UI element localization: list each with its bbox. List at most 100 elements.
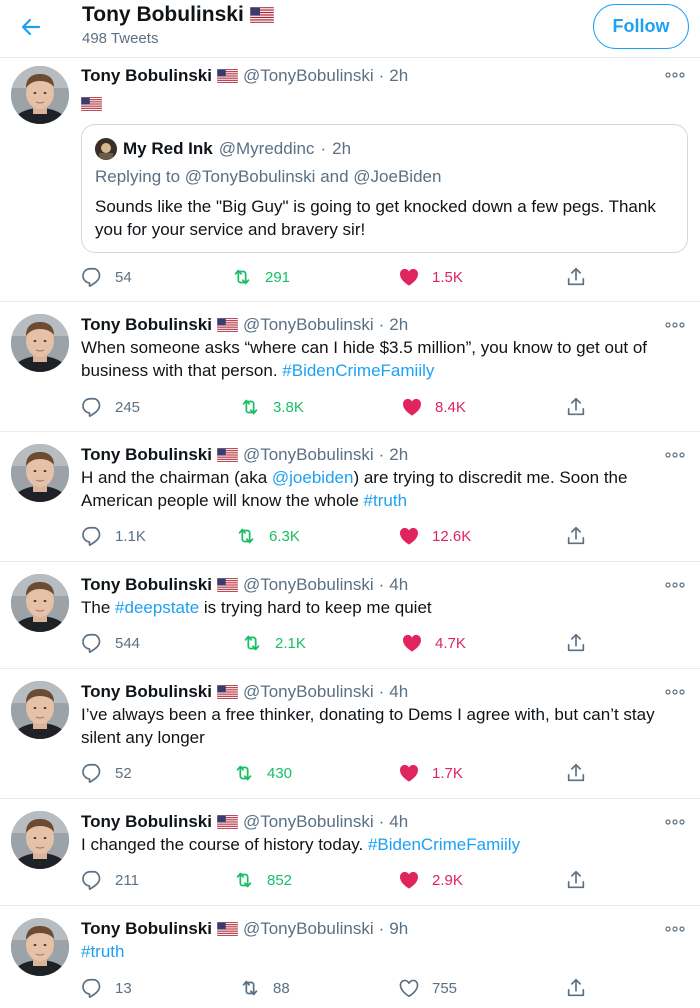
separator-dot: · [378, 682, 385, 701]
author-name[interactable]: Tony Bobulinski [81, 681, 212, 703]
author-name[interactable]: Tony Bobulinski [81, 65, 212, 87]
flag-us-icon [217, 448, 238, 462]
share-icon [565, 266, 587, 288]
author-handle[interactable]: @TonyBobulinski [243, 444, 374, 466]
tweet-time[interactable]: 4h [389, 681, 408, 703]
follow-button[interactable]: Follow [593, 4, 689, 49]
more-icon[interactable] [664, 687, 686, 697]
avatar[interactable] [11, 444, 69, 502]
tweet[interactable]: Tony Bobulinski @TonyBobulinski · 4h I c… [0, 799, 700, 906]
reply-icon [81, 632, 103, 654]
back-button[interactable] [14, 10, 48, 44]
quoted-tweet[interactable]: My Red Ink @Myreddinc · 2h Replying to @… [81, 124, 688, 253]
tweet[interactable]: Tony Bobulinski @TonyBobulinski · 4h The… [0, 562, 700, 669]
author-handle[interactable]: @TonyBobulinski [243, 314, 374, 336]
hashtag-link[interactable]: #BidenCrimeFamiily [368, 835, 520, 854]
share-button[interactable] [565, 265, 587, 289]
tweet-text: I’ve always been a free thinker, donatin… [81, 705, 655, 747]
hashtag-link[interactable]: #BidenCrimeFamiily [282, 361, 434, 380]
reply-button[interactable]: 544 [81, 631, 140, 655]
retweet-button[interactable]: 2.1K [241, 631, 306, 655]
avatar[interactable] [11, 918, 69, 976]
heart-icon [398, 762, 420, 784]
like-count: 1.7K [432, 764, 463, 782]
tweet-time[interactable]: 2h [389, 314, 408, 336]
more-icon[interactable] [664, 580, 686, 590]
share-button[interactable] [565, 524, 587, 548]
share-button[interactable] [565, 761, 587, 785]
tweet[interactable]: Tony Bobulinski @TonyBobulinski · 2h My … [0, 58, 700, 302]
hashtag-link[interactable]: #deepstate [115, 598, 199, 617]
author-handle[interactable]: @TonyBobulinski [243, 65, 374, 87]
author-name[interactable]: Tony Bobulinski [81, 574, 212, 596]
retweet-button[interactable]: 3.8K [239, 395, 304, 419]
share-icon [565, 396, 587, 418]
like-button[interactable]: 755 [398, 976, 457, 1000]
profile-name-text: Tony Bobulinski [82, 3, 244, 26]
tweet-text: I changed the course of history today. #… [81, 833, 688, 856]
author-name[interactable]: Tony Bobulinski [81, 314, 212, 336]
reply-button[interactable]: 52 [81, 761, 132, 785]
retweet-button[interactable]: 852 [233, 868, 292, 892]
more-icon[interactable] [664, 450, 686, 460]
share-icon [565, 977, 587, 999]
tweet-time[interactable]: 2h [389, 444, 408, 466]
retweet-button[interactable]: 6.3K [235, 524, 300, 548]
more-icon[interactable] [664, 924, 686, 934]
reply-button[interactable]: 1.1K [81, 524, 146, 548]
tweet[interactable]: Tony Bobulinski @TonyBobulinski · 4h I’v… [0, 669, 700, 799]
author-handle[interactable]: @TonyBobulinski [243, 811, 374, 833]
retweet-icon [233, 869, 255, 891]
reply-button[interactable]: 211 [81, 868, 139, 892]
retweet-button[interactable]: 430 [233, 761, 292, 785]
tweet-time[interactable]: 9h [389, 918, 408, 940]
hashtag-link[interactable]: #truth [364, 491, 407, 510]
like-button[interactable]: 1.7K [398, 761, 463, 785]
author-handle[interactable]: @TonyBobulinski [243, 681, 374, 703]
avatar[interactable] [11, 66, 69, 124]
tweet-time[interactable]: 4h [389, 574, 408, 596]
retweet-button[interactable]: 88 [239, 976, 290, 1000]
share-button[interactable] [565, 395, 587, 419]
tweet-time[interactable]: 2h [389, 65, 408, 87]
tweet-text-segment: I changed the course of history today. [81, 835, 368, 854]
flag-us-icon [81, 97, 102, 111]
like-button[interactable]: 2.9K [398, 868, 463, 892]
more-icon[interactable] [664, 320, 686, 330]
share-button[interactable] [565, 976, 587, 1000]
separator-dot: · [378, 575, 385, 594]
avatar[interactable] [11, 811, 69, 869]
avatar[interactable] [11, 574, 69, 632]
share-button[interactable] [565, 631, 587, 655]
reply-button[interactable]: 13 [81, 976, 132, 1000]
more-icon[interactable] [664, 70, 686, 80]
more-icon[interactable] [664, 817, 686, 827]
hashtag-link[interactable]: #truth [81, 942, 124, 961]
author-name[interactable]: Tony Bobulinski [81, 444, 212, 466]
reply-button[interactable]: 245 [81, 395, 140, 419]
share-button[interactable] [565, 868, 587, 892]
author-name[interactable]: Tony Bobulinski [81, 918, 212, 940]
reply-button[interactable]: 54 [81, 265, 132, 289]
mention-link[interactable]: @joebiden [272, 468, 354, 487]
avatar[interactable] [11, 314, 69, 372]
tweet-time[interactable]: 4h [389, 811, 408, 833]
flag-us-icon [217, 69, 238, 83]
like-button[interactable]: 4.7K [401, 631, 466, 655]
tweet-text: When someone asks “where can I hide $3.5… [81, 336, 688, 382]
author-name[interactable]: Tony Bobulinski [81, 811, 212, 833]
retweet-button[interactable]: 291 [231, 265, 290, 289]
separator-dot: · [378, 812, 385, 831]
like-button[interactable]: 1.5K [398, 265, 463, 289]
heart-icon [398, 977, 420, 999]
avatar[interactable] [11, 681, 69, 739]
like-button[interactable]: 12.6K [398, 524, 471, 548]
author-handle[interactable]: @TonyBobulinski [243, 574, 374, 596]
tweet[interactable]: Tony Bobulinski @TonyBobulinski · 2h H a… [0, 432, 700, 562]
tweet[interactable]: Tony Bobulinski @TonyBobulinski · 9h #tr… [0, 906, 700, 1008]
tweet[interactable]: Tony Bobulinski @TonyBobulinski · 2h Whe… [0, 302, 700, 432]
author-handle[interactable]: @TonyBobulinski [243, 918, 374, 940]
heart-icon [401, 632, 423, 654]
reply-icon [81, 977, 103, 999]
like-button[interactable]: 8.4K [401, 395, 466, 419]
